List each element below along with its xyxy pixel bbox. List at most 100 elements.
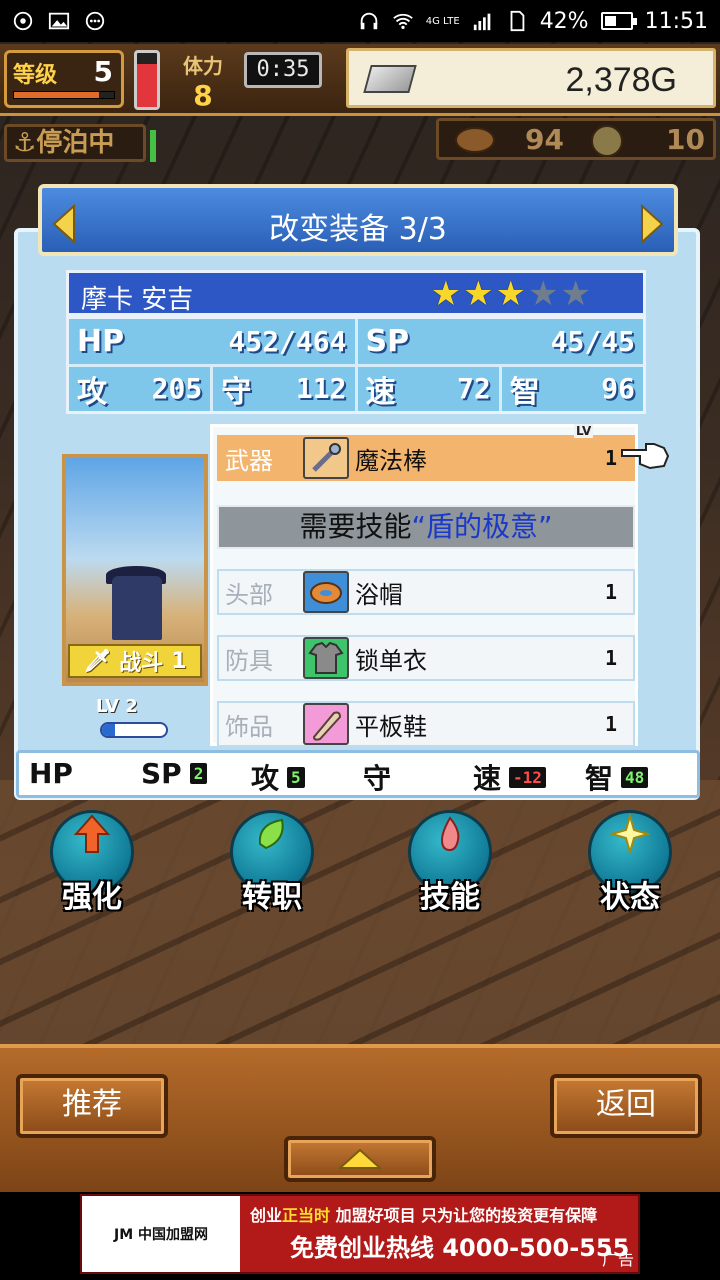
- equip-level: 1: [604, 712, 617, 736]
- ad-headline-a: 创业: [250, 1206, 283, 1225]
- character-name: 摩卡 安吉: [81, 285, 194, 315]
- diff-sp-label: SP: [141, 757, 182, 790]
- signal-icon: [473, 13, 491, 31]
- battle-count: 1: [171, 648, 187, 674]
- equip-slot-label: 头部: [225, 580, 273, 609]
- clock: 11:51: [644, 8, 708, 34]
- stat-int-label: 智: [509, 374, 540, 410]
- stat-def-value: 112: [295, 372, 347, 406]
- character-level: LV 2: [96, 696, 138, 717]
- stat-atk: 攻 205: [69, 366, 211, 411]
- status-label: 状态: [600, 880, 660, 915]
- more-icon: [85, 11, 105, 31]
- pointing-hand-icon: [621, 443, 670, 470]
- panel-title-bar: 改变装备 3/3: [38, 184, 678, 256]
- character-level-value: 2: [125, 696, 138, 717]
- back-button[interactable]: 返回: [550, 1074, 702, 1138]
- ad-headline-b: 正当时: [282, 1206, 331, 1225]
- equip-slot-label: 防具: [225, 646, 273, 675]
- job-change-button[interactable]: 转职: [222, 810, 322, 915]
- stamina-box: 体力 8: [168, 50, 238, 112]
- battle-label: 战斗: [119, 651, 164, 676]
- battery-icon: [600, 12, 637, 30]
- equip-name: 魔法棒: [355, 446, 427, 475]
- equip-row-head[interactable]: 头部 浴帽 1: [217, 569, 635, 615]
- chain-shirt-icon: [303, 637, 349, 679]
- stat-sp-value: 45/45: [550, 324, 635, 358]
- expand-up-button[interactable]: [284, 1136, 436, 1182]
- panel-title: 改变装备 3/3: [269, 212, 447, 247]
- stat-hp: HP 452/464: [69, 319, 355, 364]
- stat-int-value: 96: [601, 372, 635, 406]
- network-type: 4G LTE: [425, 15, 460, 27]
- stat-spd: 速 72: [357, 366, 499, 411]
- gold-box[interactable]: 2,378G: [346, 48, 716, 108]
- equip-slot-label: 武器: [225, 446, 273, 475]
- battery-percent: 42%: [539, 8, 589, 34]
- diff-atk: 攻 5: [251, 757, 305, 797]
- ad-logo: JM 中国加盟网: [82, 1196, 240, 1272]
- bottom-bar: 推荐 返回: [0, 1044, 720, 1192]
- sim-icon: [510, 10, 525, 32]
- recommend-button[interactable]: 推荐: [16, 1074, 168, 1138]
- equip-row-accessory[interactable]: 饰品 平板鞋 1: [217, 701, 635, 747]
- diff-spd: 速 -12: [473, 757, 546, 797]
- triangle-up-icon: [338, 1148, 382, 1169]
- stats-grid: HP 452/464 SP 45/45 攻 205 守 112 速 72 智 9…: [66, 316, 646, 414]
- upgrade-button[interactable]: 强化: [42, 810, 142, 915]
- diff-int: 智 48: [585, 757, 649, 797]
- headphones-icon: [360, 12, 378, 30]
- equip-name: 锁单衣: [355, 646, 427, 675]
- skill-button[interactable]: 技能: [400, 810, 500, 915]
- resource1-value: 94: [525, 123, 564, 156]
- wifi-icon: [392, 13, 413, 30]
- battle-tag: 🗡 战斗 1: [68, 644, 202, 678]
- equip-row-armor[interactable]: 防具 锁单衣 1: [217, 635, 635, 681]
- level-progress-bar: [13, 91, 115, 99]
- exp-bar-fill: [102, 724, 115, 736]
- next-character-button[interactable]: [634, 202, 668, 246]
- stamina-label: 体力: [183, 54, 223, 78]
- stat-hp-label: HP: [77, 323, 125, 359]
- ad-banner[interactable]: JM 中国加盟网 创业正当时 加盟好项目 只为让您的投资更有保障 免费创业热线 …: [80, 1194, 640, 1274]
- flat-shoe-icon: [303, 703, 349, 745]
- diff-hp-label: HP: [29, 757, 73, 790]
- status-bar: 4G LTE 42% 11:51: [0, 0, 720, 42]
- character-level-label: LV: [96, 696, 119, 717]
- wand-icon: [303, 437, 349, 479]
- diff-spd-label: 速: [473, 762, 502, 795]
- level-value: 5: [93, 55, 113, 88]
- diff-atk-label: 攻: [251, 762, 280, 795]
- stat-spd-value: 72: [457, 372, 491, 406]
- equip-name: 平板鞋: [355, 712, 427, 741]
- ad-tag: 广告: [601, 1250, 634, 1269]
- arrow-right-icon: [641, 204, 664, 244]
- diff-atk-value: 5: [287, 766, 305, 788]
- exp-bar: [100, 722, 168, 738]
- silver-ingot-icon: [363, 65, 417, 93]
- coin-icon: [591, 125, 623, 157]
- star-filled-icon: ★: [430, 274, 462, 314]
- status-button[interactable]: 状态: [580, 810, 680, 915]
- diff-spd-value: -12: [509, 766, 546, 788]
- timer: 0:35: [244, 52, 322, 88]
- stat-atk-value: 205: [151, 372, 203, 406]
- diff-hp: HP: [29, 757, 73, 790]
- stat-atk-label: 攻: [77, 374, 107, 410]
- character-portrait[interactable]: 🗡 战斗 1: [62, 454, 208, 686]
- equip-name: 浴帽: [355, 580, 403, 609]
- stat-sp-label: SP: [365, 323, 410, 359]
- skill-requirement-name: “盾的极意”: [411, 510, 553, 543]
- resource-box[interactable]: 94 10: [436, 118, 716, 160]
- level-box[interactable]: 等级 5: [4, 50, 124, 108]
- equip-lv-header: LV: [574, 424, 594, 438]
- equip-row-weapon[interactable]: 武器 魔法棒 1: [217, 435, 635, 481]
- rank-stars: ★ ★ ★ ★ ★: [431, 275, 591, 313]
- top-hud: 等级 5 体力 8 0:35 2,378G: [0, 44, 720, 116]
- job-change-icon: [258, 818, 284, 850]
- stamina-value: 8: [193, 79, 213, 112]
- job-change-label: 转职: [242, 880, 302, 915]
- diff-int-value: 48: [621, 766, 649, 788]
- hp-vial: [134, 50, 160, 110]
- mooring-status: ⚓停泊中: [4, 124, 146, 162]
